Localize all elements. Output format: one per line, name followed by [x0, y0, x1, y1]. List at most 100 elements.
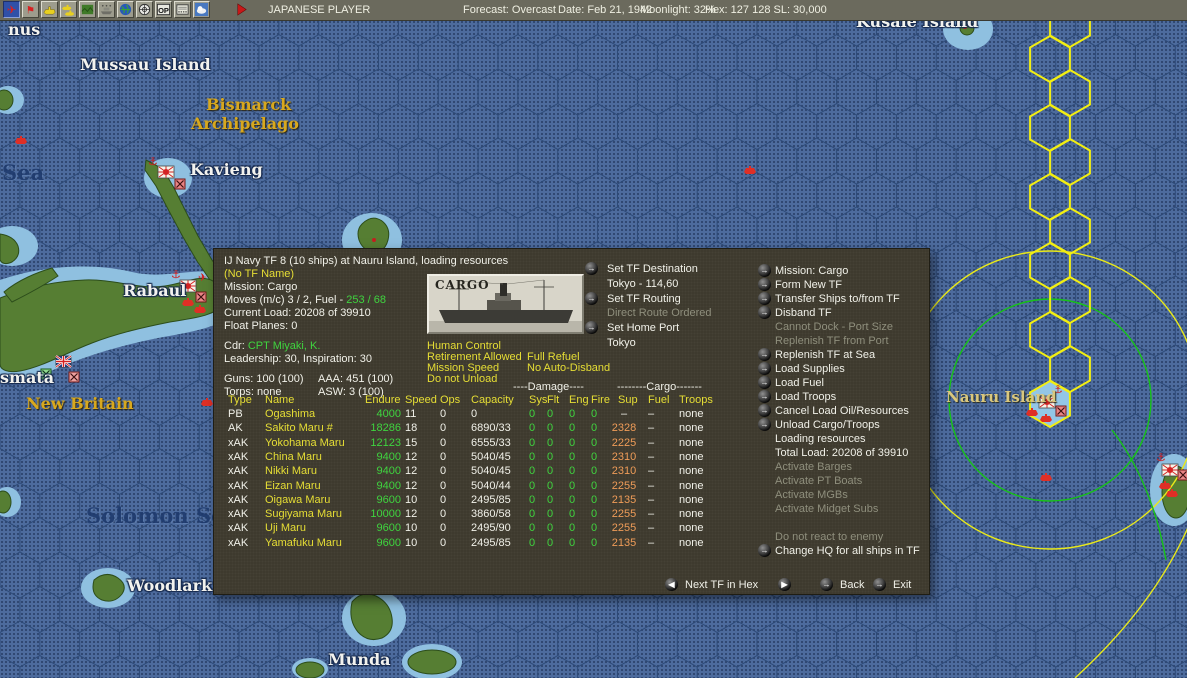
col-header-eng: Eng	[569, 394, 589, 406]
ship-1-endure: 18286	[370, 422, 401, 435]
aircraft-icon[interactable]: ✈	[3, 1, 20, 18]
col-header-capacity: Capacity	[471, 394, 514, 406]
flag-disband[interactable]: No Auto-Disband	[527, 362, 610, 374]
locate-icon[interactable]	[136, 1, 153, 18]
ship-0-fire: 0	[591, 408, 598, 420]
ship-7-troops: none	[679, 508, 704, 521]
tf-commander[interactable]: Cdr: CPT Miyaki, K.	[224, 340, 320, 352]
action-change-hq-for-all-ships-in-tf[interactable]: Change HQ for all ships in TF	[775, 545, 920, 557]
ship-4-name[interactable]: Nikki Maru	[265, 465, 317, 477]
action-unload-cargo-troops[interactable]: Unload Cargo/Troops	[775, 419, 880, 431]
action-unload-cargo-troops-arrow-icon[interactable]: →	[758, 418, 771, 431]
tf-name[interactable]: (No TF Name)	[224, 268, 294, 280]
ground-units-icon[interactable]	[79, 1, 96, 18]
action-load-troops-arrow-icon[interactable]: →	[758, 390, 771, 403]
ship-0-type: PB	[228, 408, 243, 420]
action-mission-cargo[interactable]: Mission: Cargo	[775, 265, 848, 277]
next-turn-icon[interactable]	[233, 1, 250, 18]
nav-set-tf-routing-arrow-icon[interactable]: →	[585, 291, 598, 305]
nav-set-tf-destination-arrow-icon[interactable]: →	[585, 262, 598, 275]
ship-5-name[interactable]: Eizan Maru	[265, 480, 321, 492]
action-transfer-ships-to-from-tf[interactable]: Transfer Ships to/from TF	[775, 293, 900, 305]
action-transfer-ships-to-from-tf-arrow-icon[interactable]: →	[758, 292, 771, 305]
ship-4-eng: 0	[569, 465, 576, 478]
ship-4-troops: none	[679, 465, 704, 478]
damage-group-header: ----Damage----	[513, 381, 584, 393]
ship-5-ops: 0	[440, 479, 447, 492]
task-force-panel: IJ Navy TF 8 (10 ships) at Nauru Island,…	[213, 248, 930, 595]
action-change-hq-for-all-ships-in-tf-arrow-icon[interactable]: →	[758, 544, 771, 557]
action-load-supplies[interactable]: Load Supplies	[775, 363, 845, 375]
ship-2-sys: 0	[529, 436, 536, 449]
ship-3-type: xAK	[228, 450, 249, 463]
action-form-new-tf-arrow-icon[interactable]: →	[758, 278, 771, 291]
ship-3-name[interactable]: China Maru	[265, 451, 322, 463]
japanese-base-flag[interactable]	[1161, 463, 1179, 477]
next-tf-label[interactable]: Next TF in Hex	[685, 579, 758, 591]
ship-4-fire: 0	[591, 465, 598, 478]
back-arrow-icon[interactable]: →	[820, 578, 833, 591]
globe-icon[interactable]	[117, 1, 134, 18]
allied-base-flag[interactable]	[55, 355, 72, 368]
next-tf-button[interactable]: ▶	[778, 578, 791, 591]
action-load-fuel[interactable]: Load Fuel	[775, 377, 824, 389]
ship-9-sys: 0	[529, 536, 536, 549]
ship-8-name[interactable]: Uji Maru	[265, 522, 306, 534]
nav-set-tf-routing[interactable]: Set TF Routing	[607, 293, 681, 305]
action-replenish-tf-at-sea[interactable]: Replenish TF at Sea	[775, 349, 875, 361]
operations-icon[interactable]: OP	[155, 1, 172, 18]
supply-box-icon	[195, 291, 207, 303]
action-replenish-tf-at-sea-arrow-icon[interactable]: →	[758, 348, 771, 361]
ship-1-eng: 0	[569, 422, 576, 435]
ship-3-capacity: 5040/45	[471, 450, 511, 463]
ship-0-speed: 11	[405, 408, 417, 420]
ship-7-endure: 10000	[370, 508, 401, 521]
tf-aaa: AAA: 451 (100)	[318, 373, 394, 385]
ship-0-capacity: 0	[471, 408, 478, 420]
ship-2-name[interactable]: Yokohama Maru	[265, 437, 345, 449]
action-disband-tf-arrow-icon[interactable]: →	[758, 306, 771, 319]
nav-set-home-port-arrow-icon[interactable]: →	[585, 321, 598, 335]
flag-unload[interactable]: Do not Unload	[427, 373, 497, 385]
action-cancel-load-oil-resources-arrow-icon[interactable]: →	[758, 404, 771, 417]
action-load-fuel-arrow-icon[interactable]: →	[758, 376, 771, 389]
weather-icon[interactable]	[193, 1, 210, 18]
action-mission-cargo-arrow-icon[interactable]: →	[758, 264, 771, 277]
action-form-new-tf[interactable]: Form New TF	[775, 279, 842, 291]
supply-box-icon	[1055, 405, 1067, 417]
flag-icon[interactable]: ⚑	[22, 1, 39, 18]
ship-5-fire: 0	[591, 479, 598, 492]
ship-3-speed: 12	[405, 450, 418, 463]
ship-6-sup: 2135	[611, 493, 637, 506]
ship-0-ops: 0	[440, 408, 447, 420]
action-disband-tf[interactable]: Disband TF	[775, 307, 832, 319]
nav-set-home-port[interactable]: Set Home Port	[607, 322, 679, 334]
ship-icon[interactable]	[41, 1, 58, 18]
action-load-supplies-arrow-icon[interactable]: →	[758, 362, 771, 375]
ship-7-name[interactable]: Sugiyama Maru	[265, 508, 342, 520]
ship-1-name[interactable]: Sakito Maru #	[265, 422, 333, 434]
task-force-icon[interactable]	[60, 1, 77, 18]
date-text: Date: Feb 21, 1942	[558, 4, 653, 16]
ship-0-name[interactable]: Ogashima	[265, 408, 315, 420]
map-label-archipelago: Archipelago	[191, 114, 299, 133]
exit-arrow-icon[interactable]: →	[873, 578, 886, 591]
ship-6-name[interactable]: Oigawa Maru	[265, 494, 330, 506]
tf-guns: Guns: 100 (100)	[224, 373, 304, 385]
report-icon[interactable]	[174, 1, 191, 18]
exit-button[interactable]: Exit	[893, 579, 911, 591]
ship-5-eng: 0	[569, 479, 576, 492]
port-icon[interactable]	[98, 1, 115, 18]
ship-8-flt: 0	[547, 522, 554, 535]
action-cancel-load-oil-resources[interactable]: Cancel Load Oil/Resources	[775, 405, 909, 417]
action-load-troops[interactable]: Load Troops	[775, 391, 836, 403]
ship-9-flt: 0	[547, 536, 554, 549]
japanese-base-flag[interactable]	[157, 165, 175, 179]
back-button[interactable]: Back	[840, 579, 864, 591]
prev-tf-button[interactable]: ◀	[665, 578, 678, 591]
ship-9-capacity: 2495/85	[471, 536, 511, 549]
ship-0-sys: 0	[529, 408, 536, 420]
nav-set-tf-destination[interactable]: Set TF Destination	[607, 263, 698, 275]
ship-9-name[interactable]: Yamafuku Maru	[265, 537, 342, 549]
map-label-nauru-island: Nauru Island	[946, 388, 1057, 406]
